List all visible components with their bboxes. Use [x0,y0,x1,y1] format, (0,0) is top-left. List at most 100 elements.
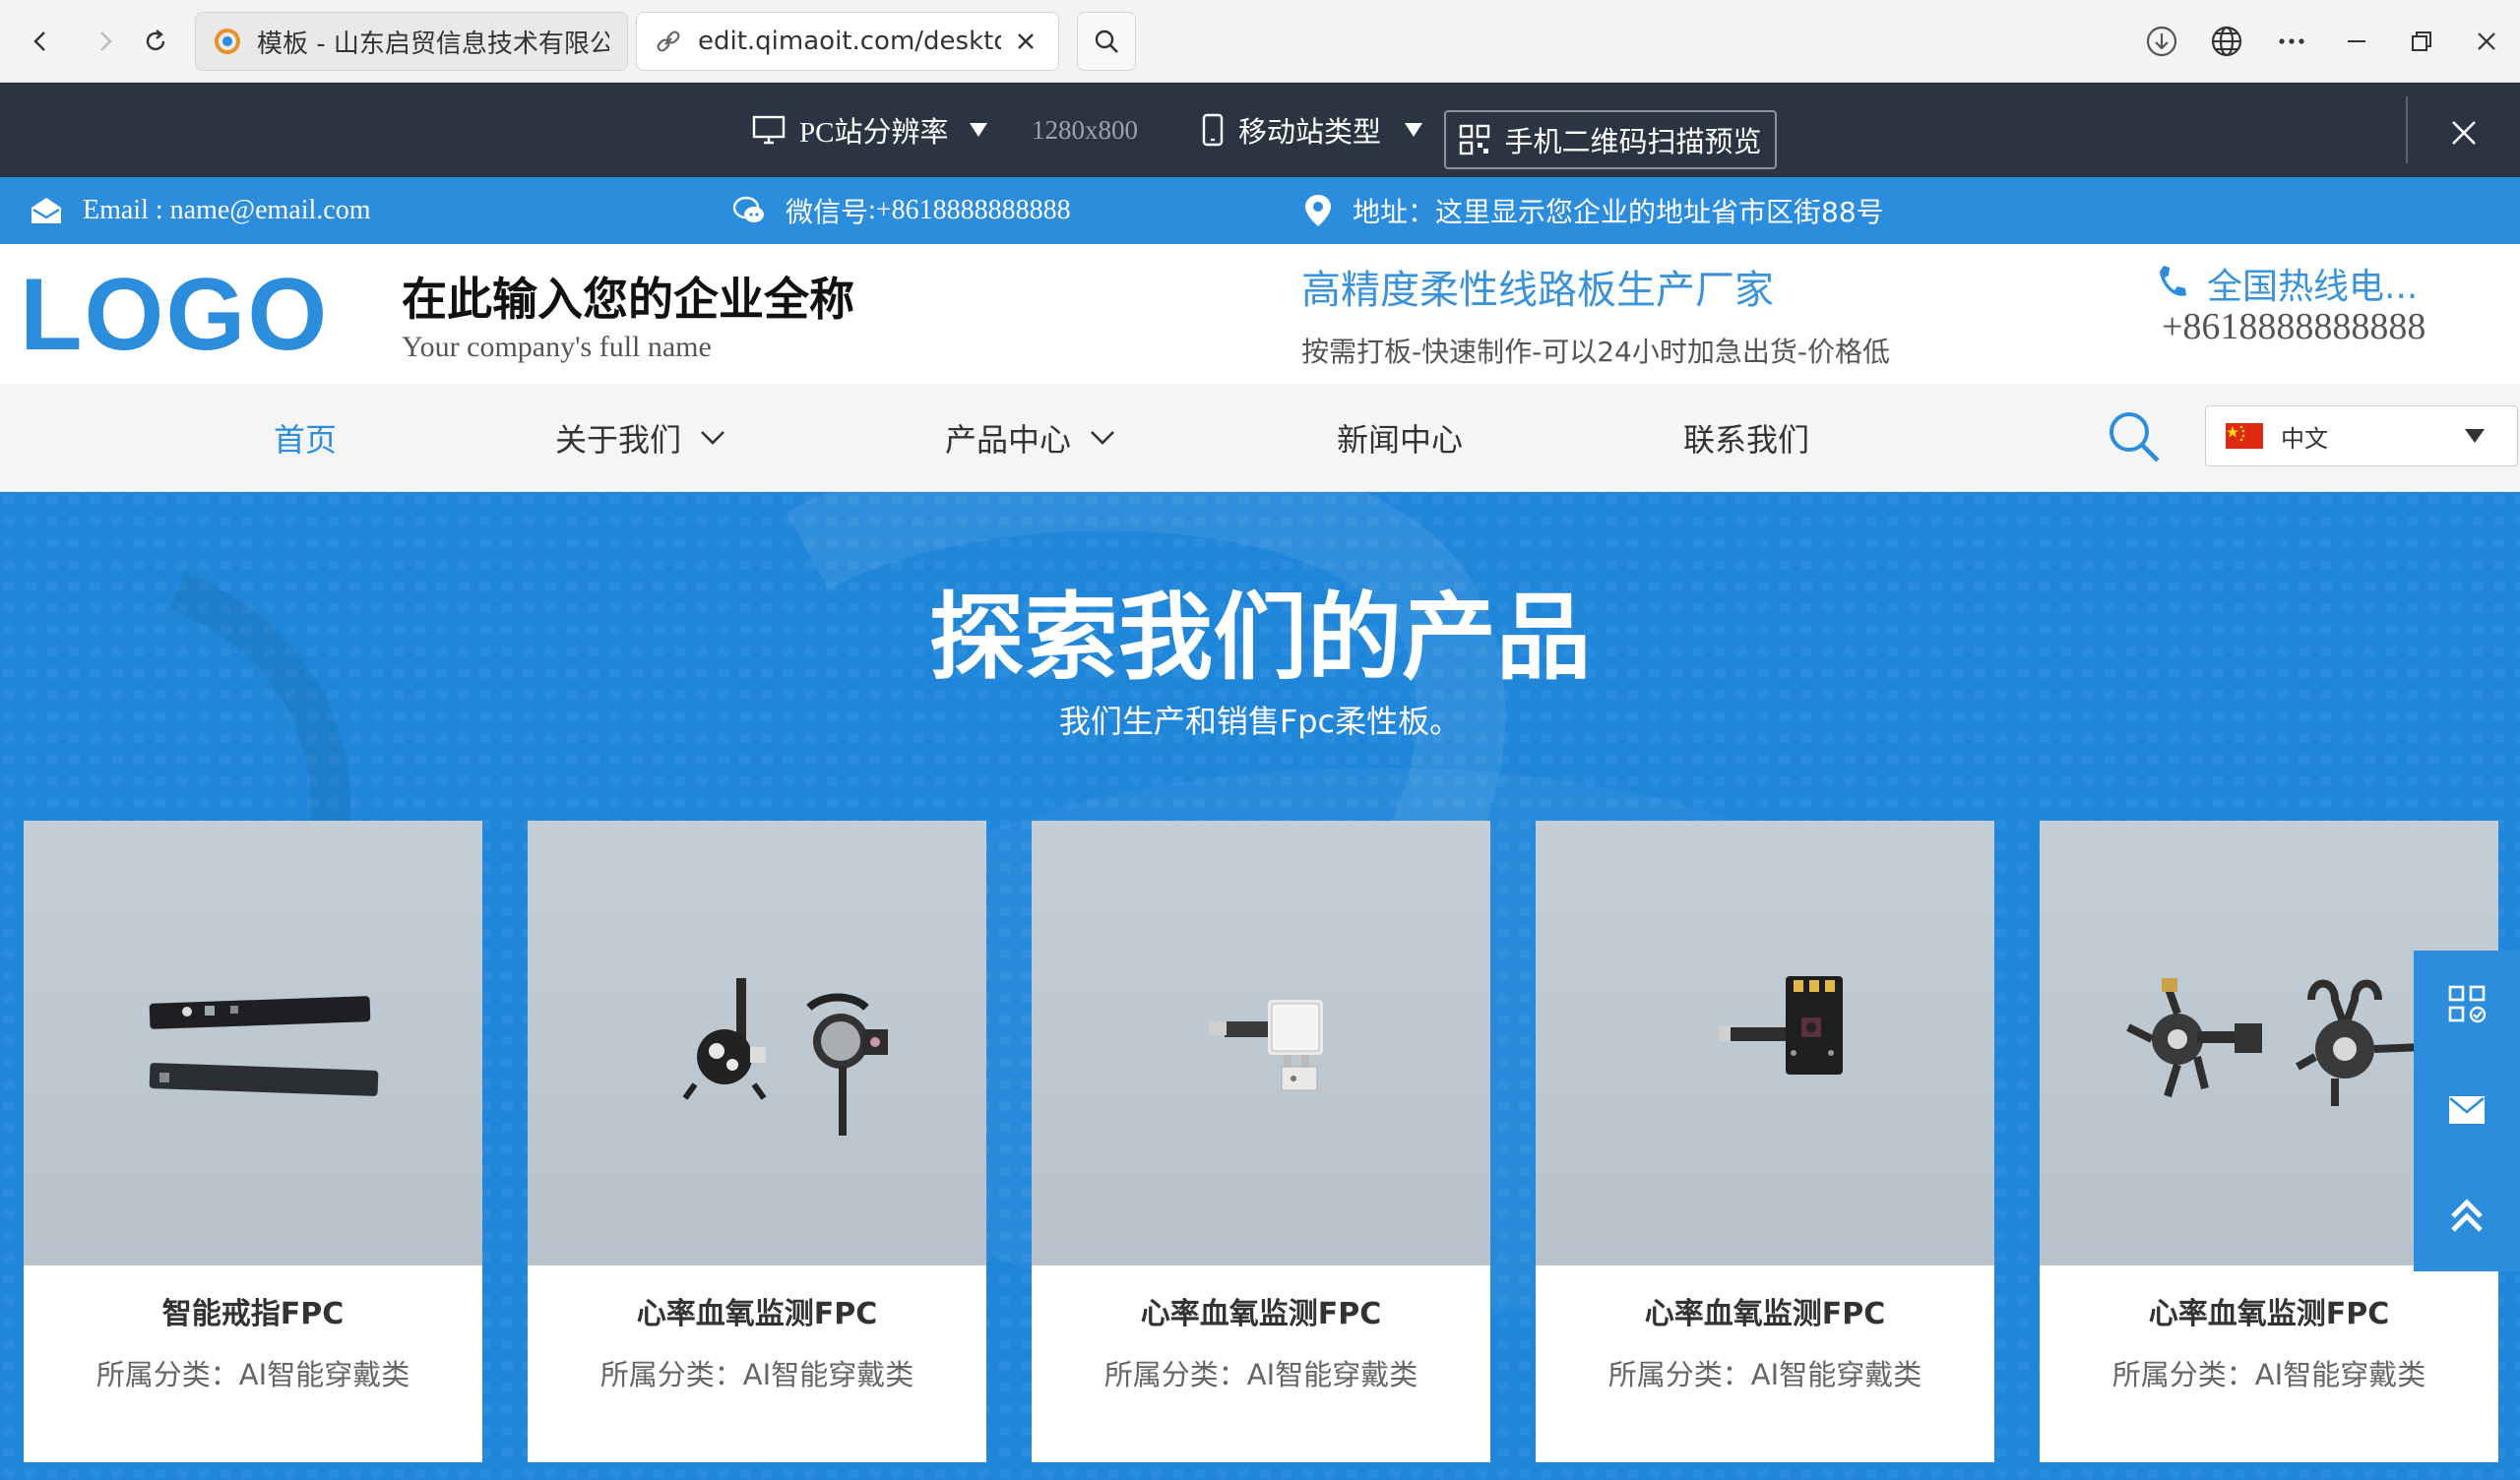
chevron-down-icon [1091,431,1114,445]
fpc-spo2-image [1719,976,1843,1075]
product-card[interactable]: 智能戒指FPC 所属分类：AI智能穿戴类 [24,821,482,1462]
phone-icon [1202,113,1224,147]
product-category: 所属分类：AI智能穿戴类 [2111,1358,2426,1391]
product-image[interactable] [528,821,986,1265]
product-category: 所属分类：AI智能穿戴类 [1103,1358,1418,1391]
downloads-button[interactable] [2140,20,2183,63]
back-to-top-icon [2451,1199,2483,1232]
product-title: 心率血氧监测FPC [1140,1297,1382,1331]
mobile-type-dropdown[interactable]: 移动站类型 [1201,83,1424,177]
caret-down-icon [1405,123,1423,137]
link-icon [657,31,680,52]
qrcode-icon [2448,985,2487,1023]
browser-search-button[interactable] [1077,12,1136,71]
minimize-button[interactable] [2335,20,2378,63]
nav-label: 产品中心 [945,421,1072,459]
translate-button[interactable] [2205,20,2248,63]
nav-item-contact[interactable]: 联系我们 [1683,384,1809,492]
qrcode-icon [1460,124,1490,155]
product-title: 心率血氧监测FPC [1644,1297,1886,1331]
company-name-cn: 在此输入您的企业全称 [402,273,854,326]
site-logo[interactable]: LOGO [20,264,329,366]
more-menu-button[interactable] [2270,20,2313,63]
product-category: 所属分类：AI智能穿戴类 [1607,1358,1922,1391]
site-info-bar: Email : name@email.com 微信号 :+86188888888… [0,177,2520,244]
close-preview-button[interactable] [2439,108,2488,157]
close-tab-icon[interactable] [1011,27,1040,56]
china-flag-icon [2226,423,2263,449]
product-image[interactable] [1032,821,1490,1265]
download-icon [2146,26,2177,57]
search-icon [1095,30,1118,53]
caret-down-icon [970,123,988,137]
search-icon[interactable] [2105,407,2164,466]
window-close-button[interactable] [2465,20,2508,63]
nav-item-products[interactable]: 产品中心 [945,384,1116,492]
product-card[interactable]: 心率血氧监测FPC 所属分类：AI智能穿戴类 [528,821,986,1462]
wechat-info[interactable]: 微信号 :+8618888888888 [732,177,1071,244]
back-to-top-button[interactable] [2414,1163,2520,1269]
arrow-right-icon [100,31,112,51]
forward-button[interactable] [83,20,126,63]
address-text: 地址：这里显示您企业的地址省市区街88号 [1353,196,1884,228]
restore-button[interactable] [2400,20,2443,63]
mail-icon [2449,1096,2485,1124]
nav-label: 新闻中心 [1337,421,1464,459]
back-button[interactable] [20,20,63,63]
hotline-number: +8618888888888 [2162,306,2426,347]
wechat-icon [732,196,764,222]
address-info: 地址：这里显示您企业的地址省市区街88号 [1303,177,1884,244]
qr-preview-button[interactable]: 手机二维码扫描预览 [1444,110,1777,169]
restore-icon [2412,31,2431,51]
monitor-icon [752,115,786,145]
globe-icon [2211,26,2242,57]
fpc-sensor-image [1209,1000,1323,1091]
caret-down-icon [2465,429,2485,443]
more-icon [2279,38,2304,44]
main-nav: 首页 关于我们 产品中心 新闻中心 联系我们 中文 [0,384,2520,492]
wechat-prefix: 微信号 [786,196,869,228]
editor-preview-toolbar: PC站分辨率 1280x800 移动站类型 手机二维码扫描预览 [0,83,2520,177]
mobile-type-label: 移动站类型 [1238,117,1382,149]
toolbar-divider [2406,96,2408,163]
product-image[interactable] [24,821,482,1265]
chevron-down-icon [701,431,724,445]
tab-editor[interactable]: edit.qimaoit.com/desktop/H [636,12,1059,71]
close-icon [2478,32,2495,50]
envelope-icon [32,198,61,223]
hero-title: 探索我们的产品 [929,583,1591,693]
pc-resolution-label: PC站分辨率 [799,117,949,149]
site-favicon-icon [215,29,240,54]
fpc-ring-image [149,996,379,1096]
product-image[interactable] [1536,821,1994,1265]
tab-title: edit.qimaoit.com/desktop/H [698,27,1001,56]
tab-title: 模板 - 山东启贸信息技术有限公司 [257,29,609,59]
side-qrcode-button[interactable] [2414,951,2520,1057]
product-card[interactable]: 心率血氧监测FPC 所属分类：AI智能穿戴类 [1536,821,1994,1462]
nav-label: 关于我们 [555,421,682,459]
slogan-subtitle: 按需打板-快速制作-可以24小时加急出货-价格低 [1301,336,1890,368]
close-icon [2452,121,2476,145]
hotline-label: 全国热线电... [2207,267,2419,307]
nav-item-home[interactable]: 首页 [274,384,337,492]
email-info[interactable]: Email : name@email.com [30,177,370,244]
hero-subtitle: 我们生产和销售Fpc柔性板。 [1058,703,1462,740]
email-text: Email : name@email.com [83,195,371,225]
arrow-left-icon [33,31,45,51]
reload-button[interactable] [134,20,177,63]
tab-template[interactable]: 模板 - 山东启贸信息技术有限公司 [195,12,628,71]
products-hero-section: 探索我们的产品 我们生产和销售Fpc柔性板。 智能戒指FPC 所属分类：AI智能… [0,492,2520,1480]
fpc-heart-rate-image [682,978,888,1136]
product-card[interactable]: 心率血氧监测FPC 所属分类：AI智能穿戴类 [1032,821,1490,1462]
company-name-en: Your company's full name [402,331,712,363]
language-select[interactable]: 中文 [2205,405,2518,466]
product-category: 所属分类：AI智能穿戴类 [95,1358,410,1391]
side-mail-button[interactable] [2414,1057,2520,1163]
wechat-number: :+8618888888888 [868,195,1071,225]
product-title: 心率血氧监测FPC [2148,1297,2390,1331]
phone-icon [2160,266,2186,296]
language-label: 中文 [2281,424,2328,453]
pc-resolution-dropdown[interactable]: PC站分辨率 [752,83,989,177]
nav-item-about[interactable]: 关于我们 [555,384,726,492]
nav-item-news[interactable]: 新闻中心 [1337,384,1463,492]
